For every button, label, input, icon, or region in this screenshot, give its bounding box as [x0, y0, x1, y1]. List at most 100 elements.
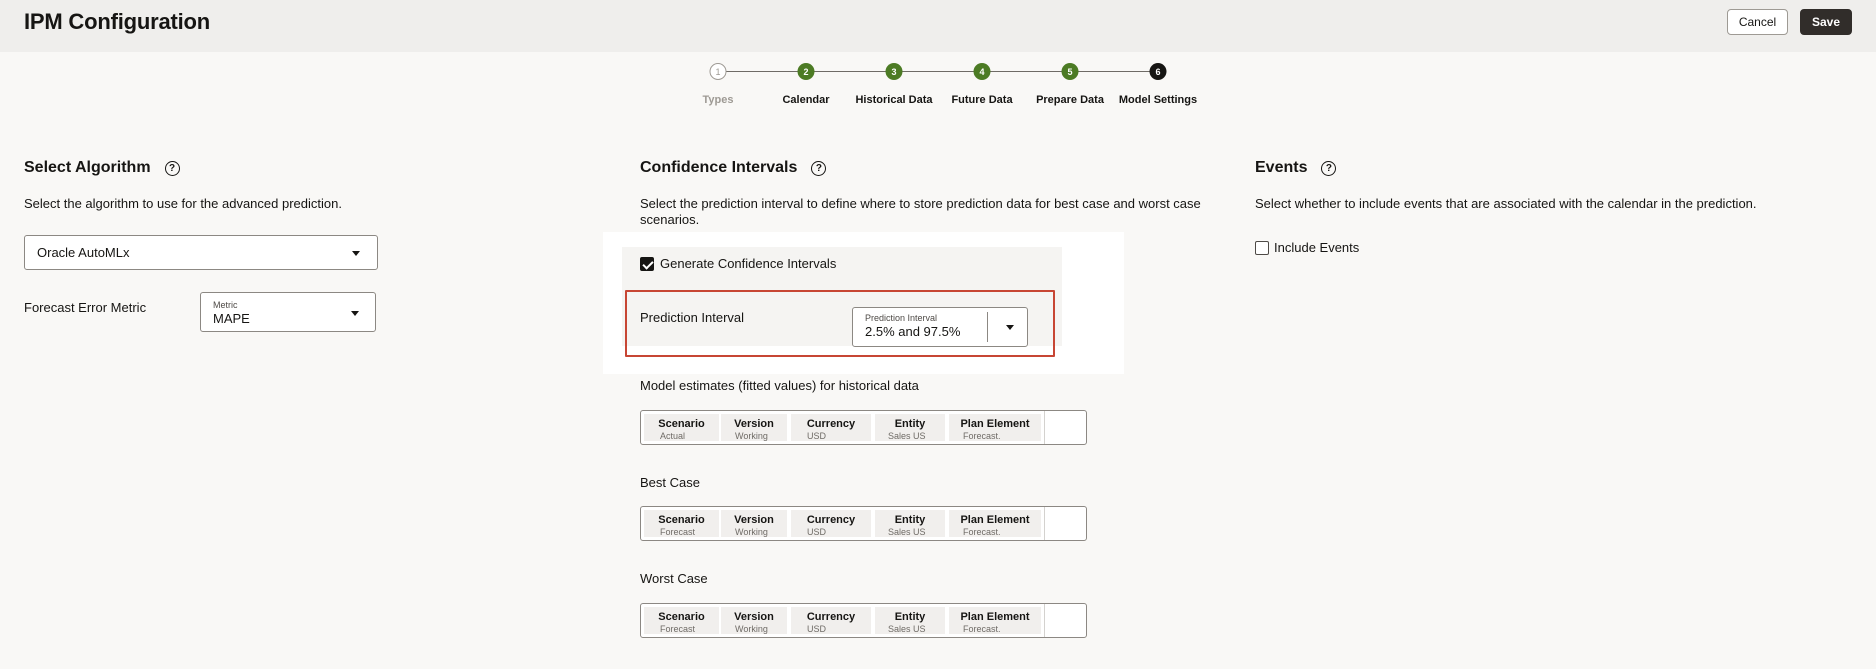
pov-member-value: Forecast.	[963, 624, 1001, 634]
pov-dimension-name: Plan Element	[960, 418, 1030, 430]
pov-chip-entity[interactable]: Entity Sales US	[875, 510, 945, 537]
pov-member-value: Actual	[660, 431, 686, 441]
confidence-title-text: Confidence Intervals	[640, 159, 798, 176]
select-divider	[987, 312, 988, 342]
confidence-description-line1: Select the prediction interval to define…	[640, 196, 1201, 211]
pov-dimension-name: Scenario	[658, 611, 705, 623]
chevron-down-icon[interactable]	[352, 251, 360, 256]
algorithm-description: Select the algorithm to use for the adva…	[24, 196, 342, 211]
help-icon[interactable]: ?	[811, 160, 827, 176]
metric-select-label: Metric	[213, 300, 238, 310]
confidence-description-line2: scenarios.	[640, 212, 700, 227]
pov-member-value: Sales US	[888, 527, 926, 537]
confidence-section-title: Confidence Intervals ?	[640, 159, 827, 177]
worst-case-label: Worst Case	[640, 571, 708, 586]
pov-member-value: Forecast	[660, 624, 696, 634]
pov-dimension-name: Plan Element	[960, 514, 1030, 526]
pov-member-value: USD	[807, 431, 827, 441]
fitted-pov-bar[interactable]: Scenario Actual Version Working Currency…	[640, 410, 1087, 445]
pov-chip-scenario[interactable]: Scenario Forecast	[644, 510, 719, 537]
pov-chip-version[interactable]: Version Working	[721, 510, 787, 537]
pov-dimension-name: Plan Element	[960, 611, 1030, 623]
prediction-interval-select[interactable]: Prediction Interval 2.5% and 97.5%	[852, 307, 1028, 347]
worst-case-pov-bar[interactable]: Scenario Forecast Version Working Curren…	[640, 603, 1087, 638]
pov-chip-entity[interactable]: Entity Sales US	[875, 607, 945, 634]
step-4-label[interactable]: Future Data	[951, 94, 1012, 106]
pov-chip-entity[interactable]: Entity Sales US	[875, 414, 945, 441]
prediction-interval-label: Prediction Interval	[640, 310, 745, 325]
algorithm-section-title: Select Algorithm ?	[24, 159, 180, 177]
pov-chip-plan-element[interactable]: Plan Element Forecast.	[949, 414, 1041, 441]
fitted-values-label: Model estimates (fitted values) for hist…	[640, 378, 919, 393]
generate-confidence-label[interactable]: Generate Confidence Intervals	[660, 256, 836, 271]
prediction-interval-select-value: 2.5% and 97.5%	[865, 324, 961, 339]
pov-chip-currency[interactable]: Currency USD	[791, 510, 871, 537]
help-icon[interactable]: ?	[164, 160, 180, 176]
pov-dimension-name: Entity	[894, 514, 926, 526]
generate-confidence-checkbox[interactable]	[640, 257, 654, 271]
best-case-pov-bar[interactable]: Scenario Forecast Version Working Curren…	[640, 506, 1087, 541]
pov-dimension-name: Scenario	[658, 514, 705, 526]
pov-member-value: Sales US	[888, 431, 926, 441]
pov-dimension-name: Version	[734, 514, 774, 526]
pov-dimension-name: Version	[734, 418, 774, 430]
include-events-label[interactable]: Include Events	[1274, 240, 1359, 255]
save-button[interactable]: Save	[1800, 9, 1852, 35]
pov-member-value: Forecast	[660, 527, 696, 537]
pov-chip-scenario[interactable]: Scenario Forecast	[644, 607, 719, 634]
step-3-marker[interactable]: 3	[885, 63, 903, 80]
page-title: IPM Configuration	[24, 9, 211, 34]
confidence-description: Select the prediction interval to define…	[640, 196, 1201, 228]
pov-divider	[1044, 604, 1045, 637]
pov-divider	[1044, 507, 1045, 540]
pov-dimension-name: Currency	[806, 611, 856, 623]
pov-dimension-name: Currency	[806, 514, 856, 526]
step-5-marker[interactable]: 5	[1061, 63, 1079, 80]
pov-dimension-name: Entity	[894, 418, 926, 430]
pov-member-value: USD	[807, 624, 827, 634]
include-events-checkbox[interactable]	[1255, 241, 1269, 255]
step-1-marker[interactable]: 1	[709, 63, 727, 80]
pov-member-value: Working	[735, 431, 768, 441]
cancel-button[interactable]: Cancel	[1727, 9, 1788, 35]
best-case-label: Best Case	[640, 475, 700, 490]
metric-select-value: MAPE	[213, 311, 250, 326]
algorithm-select[interactable]: Oracle AutoMLx	[24, 235, 378, 270]
step-4-marker[interactable]: 4	[973, 63, 991, 80]
pov-dimension-name: Currency	[806, 418, 856, 430]
pov-dimension-name: Scenario	[658, 418, 705, 430]
step-6-marker[interactable]: 6	[1149, 63, 1167, 80]
page-header: IPM Configuration Cancel Save	[0, 0, 1876, 52]
metric-select[interactable]: Metric MAPE	[200, 292, 376, 332]
help-icon[interactable]: ?	[1321, 160, 1337, 176]
algorithm-select-value: Oracle AutoMLx	[37, 245, 130, 260]
pov-member-value: Forecast.	[963, 527, 1001, 537]
pov-member-value: Forecast.	[963, 431, 1001, 441]
pov-chip-currency[interactable]: Currency USD	[791, 607, 871, 634]
forecast-error-metric-label: Forecast Error Metric	[24, 300, 147, 315]
step-3-label[interactable]: Historical Data	[855, 94, 932, 106]
pov-member-value: Sales US	[888, 624, 926, 634]
step-2-marker[interactable]: 2	[797, 63, 815, 80]
pov-chip-plan-element[interactable]: Plan Element Forecast.	[949, 607, 1041, 634]
chevron-down-icon[interactable]	[351, 311, 359, 316]
pov-chip-scenario[interactable]: Scenario Actual	[644, 414, 719, 441]
pov-member-value: Working	[735, 527, 768, 537]
step-5-label[interactable]: Prepare Data	[1036, 94, 1104, 106]
prediction-interval-select-label: Prediction Interval	[865, 313, 938, 323]
step-2-label[interactable]: Calendar	[782, 94, 829, 106]
pov-chip-currency[interactable]: Currency USD	[791, 414, 871, 441]
pov-member-value: USD	[807, 527, 827, 537]
events-description: Select whether to include events that ar…	[1255, 196, 1757, 211]
pov-divider	[1044, 411, 1045, 444]
chevron-down-icon[interactable]	[1006, 325, 1014, 330]
events-title-text: Events	[1255, 159, 1308, 176]
step-1-label[interactable]: Types	[703, 94, 734, 106]
algorithm-title-text: Select Algorithm	[24, 159, 151, 176]
pov-chip-plan-element[interactable]: Plan Element Forecast.	[949, 510, 1041, 537]
pov-chip-version[interactable]: Version Working	[721, 607, 787, 634]
step-6-label[interactable]: Model Settings	[1119, 94, 1197, 106]
pov-dimension-name: Entity	[894, 611, 926, 623]
pov-chip-version[interactable]: Version Working	[721, 414, 787, 441]
stepper-line	[718, 71, 1158, 72]
